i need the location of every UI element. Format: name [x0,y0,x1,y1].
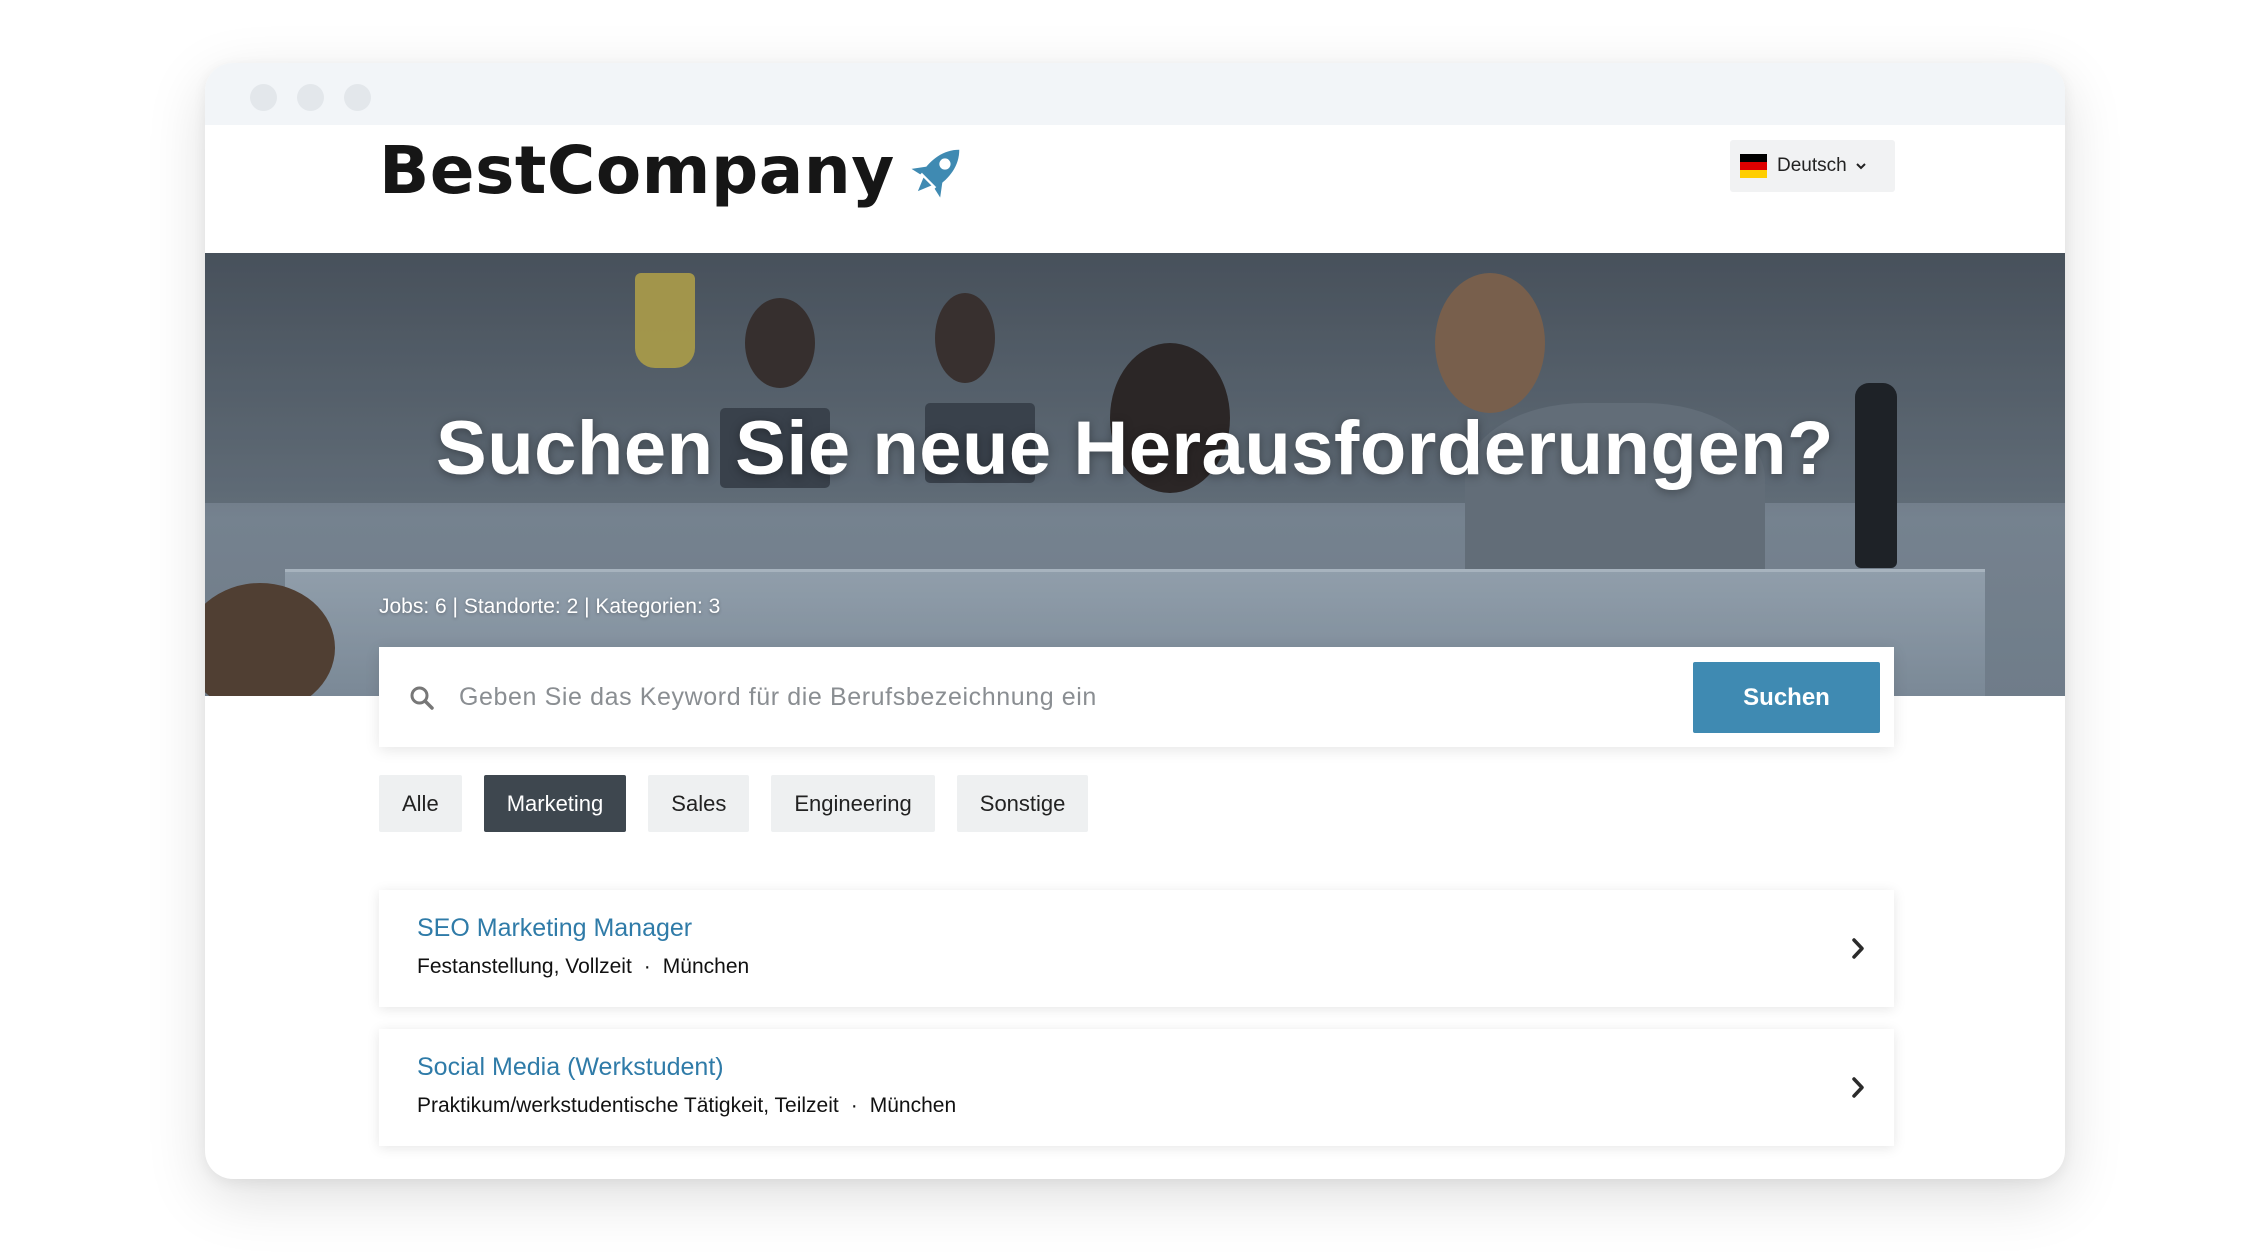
filter-chip-marketing[interactable]: Marketing [483,775,627,832]
job-listing[interactable]: Social Media (Werkstudent) Praktikum/wer… [379,1029,1894,1146]
filter-chip-engineering[interactable]: Engineering [771,775,935,832]
language-label: Deutsch [1777,155,1847,176]
job-meta: Festanstellung, Vollzeit · München [417,955,749,979]
browser-window: BestCompany Deutsch Suchen Sie neue Hera… [205,63,2065,1179]
job-type: Festanstellung, Vollzeit [417,955,632,978]
window-dot[interactable] [297,84,324,111]
search-bar: Suchen [379,647,1894,747]
job-location: München [662,955,750,978]
filter-chip-sonstige[interactable]: Sonstige [956,775,1089,832]
job-meta: Praktikum/werkstudentische Tätigkeit, Te… [417,1094,956,1118]
search-button[interactable]: Suchen [1693,662,1880,733]
job-title[interactable]: Social Media (Werkstudent) [417,1053,724,1082]
job-listing[interactable]: SEO Marketing Manager Festanstellung, Vo… [379,890,1894,1007]
hero-title: Suchen Sie neue Herausforderungen? [436,406,1834,491]
chevron-down-icon [1855,163,1866,170]
category-filters: Alle Marketing Sales Engineering Sonstig… [379,775,1089,832]
hero-banner: Suchen Sie neue Herausforderungen? Jobs:… [205,253,2065,696]
stage: BestCompany Deutsch Suchen Sie neue Hera… [0,0,2260,1260]
chevron-right-icon[interactable] [1849,936,1867,961]
job-type: Praktikum/werkstudentische Tätigkeit, Te… [417,1094,839,1117]
window-dot[interactable] [250,84,277,111]
language-selector[interactable]: Deutsch [1730,140,1895,192]
meta-separator: · [643,955,651,978]
company-logo[interactable]: BestCompany [379,125,973,215]
company-name: BestCompany [379,131,895,209]
window-titlebar [205,63,2065,125]
job-location: München [869,1094,957,1117]
job-stats: Jobs: 6 | Standorte: 2 | Kategorien: 3 [379,595,721,618]
search-icon [410,686,434,710]
rocket-icon [911,149,960,198]
germany-flag-icon [1740,154,1767,178]
search-input[interactable] [459,673,1659,721]
chevron-right-icon[interactable] [1849,1075,1867,1100]
meta-separator: · [850,1094,858,1117]
job-title[interactable]: SEO Marketing Manager [417,914,692,943]
filter-chip-sales[interactable]: Sales [648,775,750,832]
filter-chip-alle[interactable]: Alle [379,775,462,832]
window-dot[interactable] [344,84,371,111]
